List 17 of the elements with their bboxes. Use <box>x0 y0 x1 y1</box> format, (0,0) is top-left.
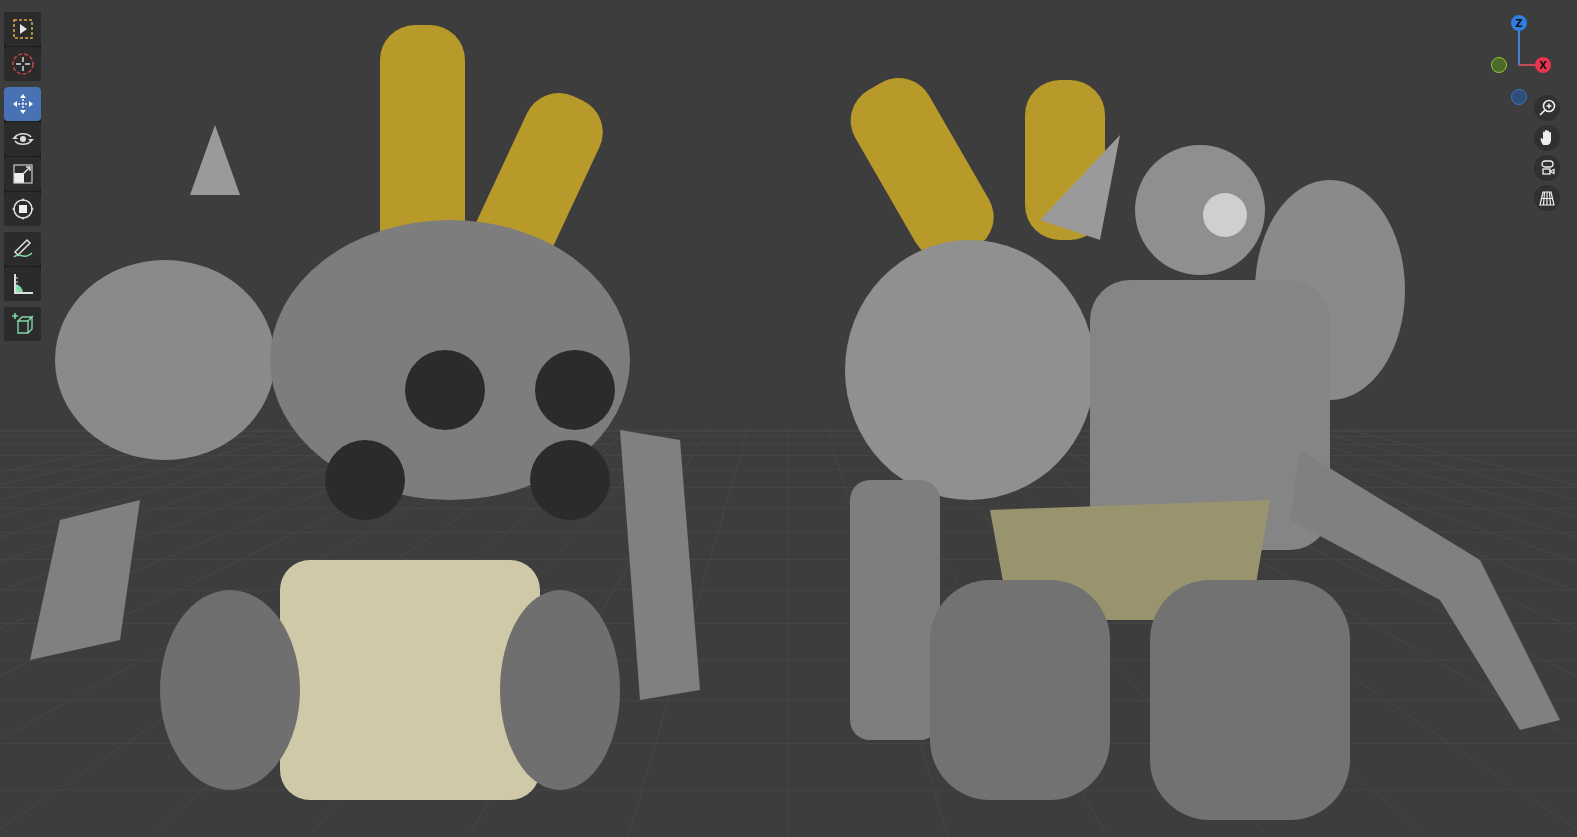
add-cube-tool-button[interactable] <box>4 307 41 341</box>
measure-tool-button[interactable] <box>4 267 41 301</box>
transform-icon <box>10 197 35 221</box>
zoom-icon <box>1538 99 1556 117</box>
add-cube-icon <box>10 312 35 336</box>
annotate-tool-button[interactable] <box>4 232 41 266</box>
grid-icon <box>1538 189 1556 207</box>
transform-tool-button[interactable] <box>4 192 41 226</box>
select-box-icon <box>11 18 34 40</box>
rotate-tool-button[interactable] <box>4 122 41 156</box>
select-box-tool-button[interactable] <box>4 12 41 46</box>
camera-icon <box>1538 159 1556 177</box>
cursor-icon <box>10 52 35 76</box>
move-tool-button[interactable] <box>4 87 41 121</box>
scale-icon <box>11 163 34 185</box>
scale-tool-button[interactable] <box>4 157 41 191</box>
cursor-tool-button[interactable] <box>4 47 41 81</box>
